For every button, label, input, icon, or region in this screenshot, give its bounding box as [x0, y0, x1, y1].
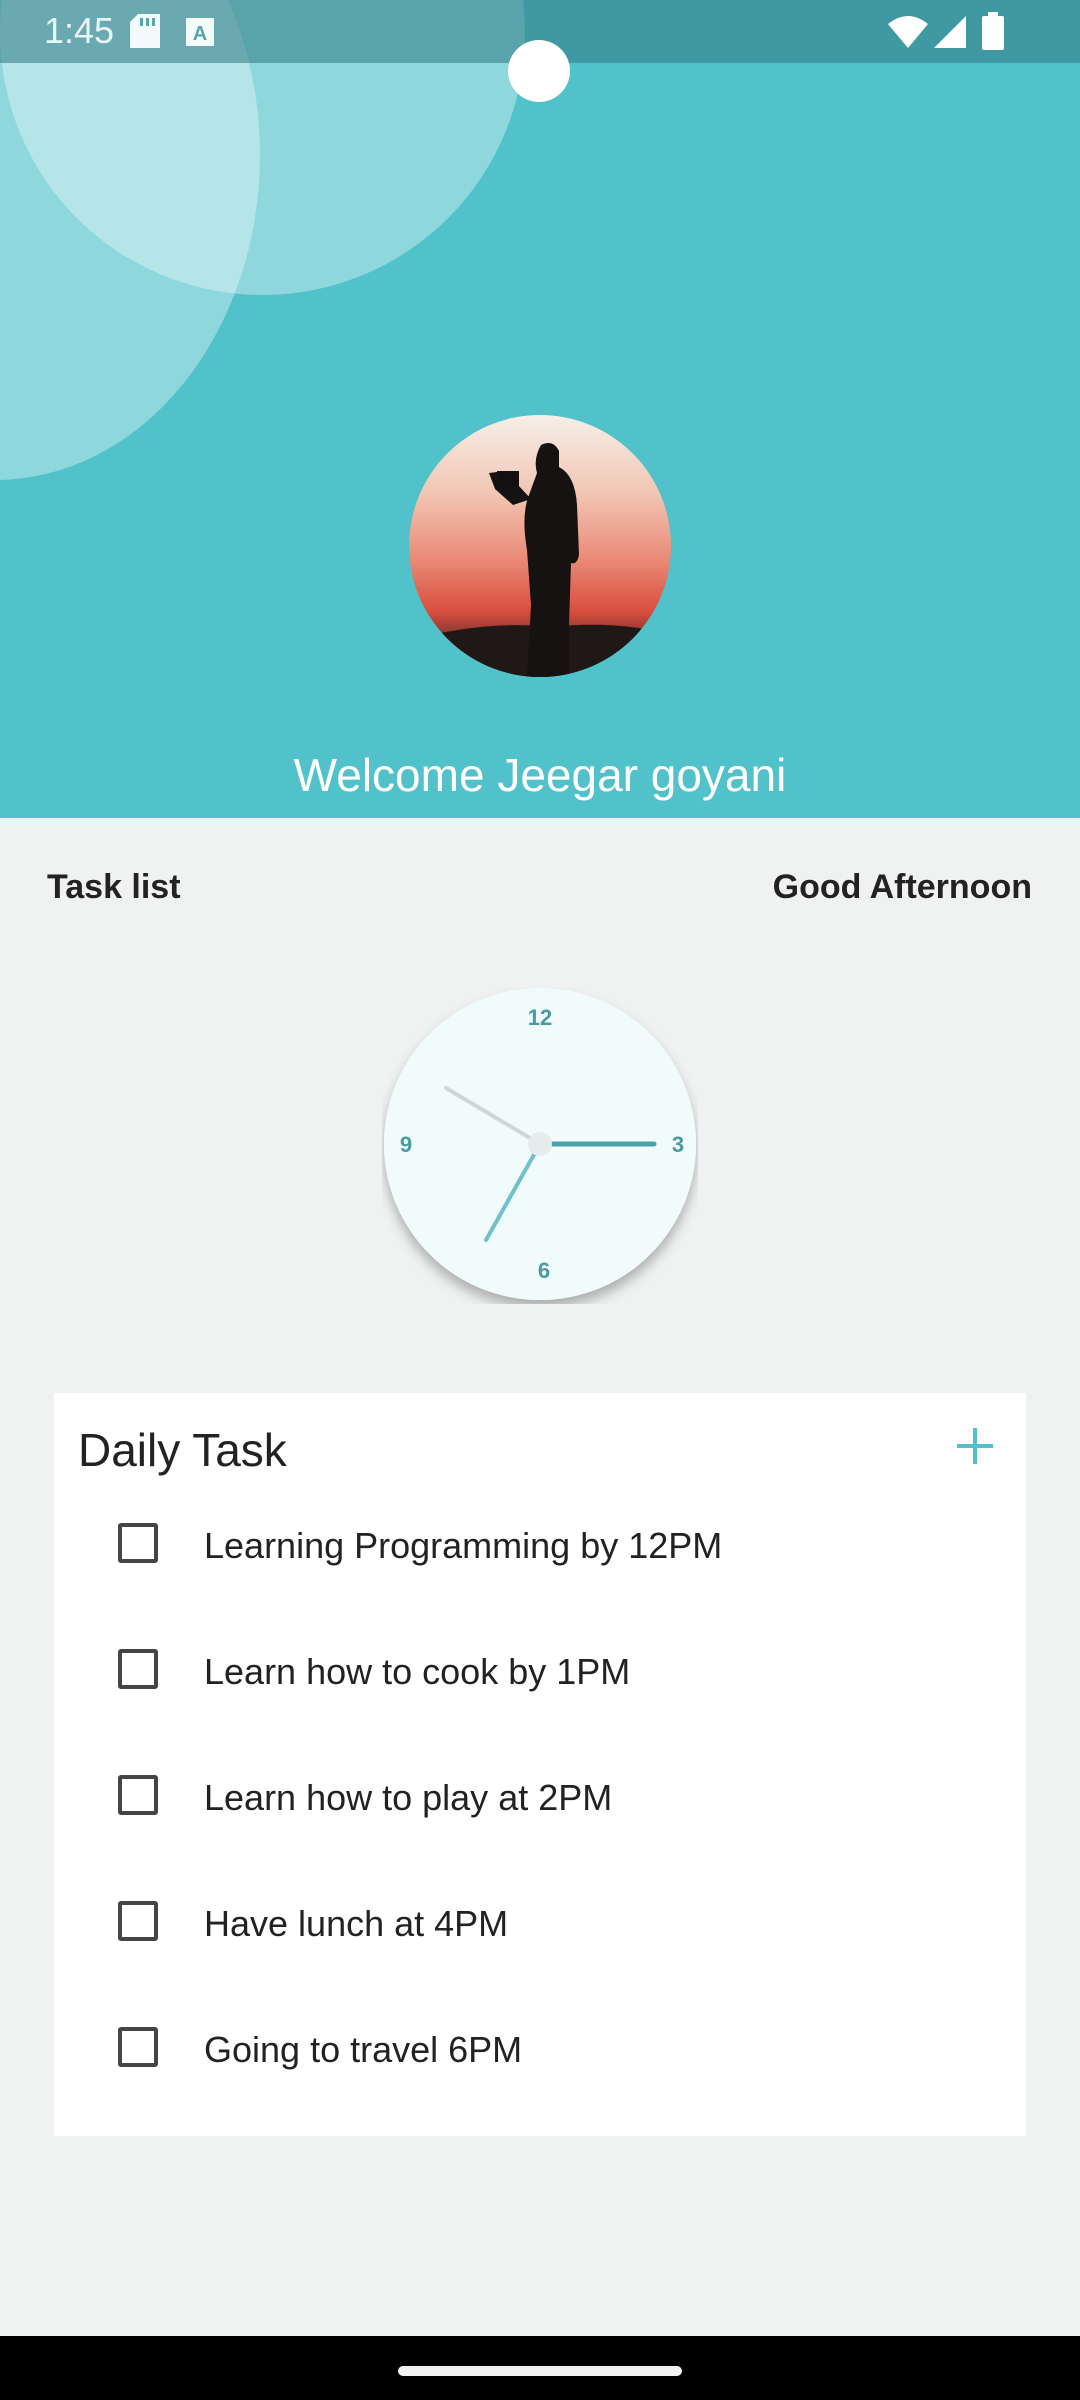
daily-task-card: Daily Task Learning Programming by 12PM … [54, 1393, 1026, 2136]
task-item[interactable]: Learning Programming by 12PM [114, 1507, 974, 1587]
home-gesture-handle[interactable] [398, 2366, 682, 2376]
task-list-label: Task list [47, 868, 181, 906]
task-label: Have lunch at 4PM [204, 1903, 509, 1944]
avatar[interactable] [409, 415, 671, 677]
battery-icon [982, 12, 1004, 55]
sd-card-icon [130, 14, 160, 53]
status-time: 1:45 [44, 10, 115, 51]
silhouette-photo-icon [409, 443, 671, 677]
task-label: Going to travel 6PM [204, 2029, 523, 2070]
clock-number-3: 3 [672, 1132, 684, 1157]
clock-number-6: 6 [538, 1258, 550, 1283]
task-checkbox[interactable] [118, 1523, 158, 1563]
task-label: Learn how to cook by 1PM [204, 1651, 631, 1692]
card-title: Daily Task [78, 1424, 287, 1476]
task-item[interactable]: Learn how to play at 2PM [114, 1759, 974, 1839]
clock-number-9: 9 [400, 1132, 412, 1157]
analog-clock: 12 3 6 9 [382, 988, 698, 1304]
wifi-icon [888, 16, 928, 53]
clock-number-12: 12 [528, 1005, 552, 1030]
task-label: Learning Programming by 12PM [204, 1525, 723, 1566]
task-item[interactable]: Learn how to cook by 1PM [114, 1633, 974, 1713]
keyboard-a-icon: A [186, 18, 214, 51]
add-task-button[interactable] [944, 1415, 1006, 1477]
task-checkbox[interactable] [118, 1901, 158, 1941]
plus-icon [957, 1428, 993, 1464]
camera-cutout [508, 40, 570, 102]
task-item[interactable]: Going to travel 6PM [114, 2011, 974, 2091]
welcome-text: Welcome Jeegar goyani [293, 749, 787, 801]
greeting-text: Good Afternoon [772, 868, 1032, 906]
signal-icon [934, 16, 966, 53]
task-checkbox[interactable] [118, 2027, 158, 2067]
header-banner: 1:45 A Welcome Jeegar goyani [0, 0, 1080, 818]
task-checkbox[interactable] [118, 1649, 158, 1689]
clock-center [528, 1132, 552, 1156]
task-checkbox[interactable] [118, 1775, 158, 1815]
task-item[interactable]: Have lunch at 4PM [114, 1885, 974, 1965]
svg-text:A: A [193, 23, 207, 45]
navigation-bar [0, 2336, 1080, 2400]
task-label: Learn how to play at 2PM [204, 1777, 613, 1818]
